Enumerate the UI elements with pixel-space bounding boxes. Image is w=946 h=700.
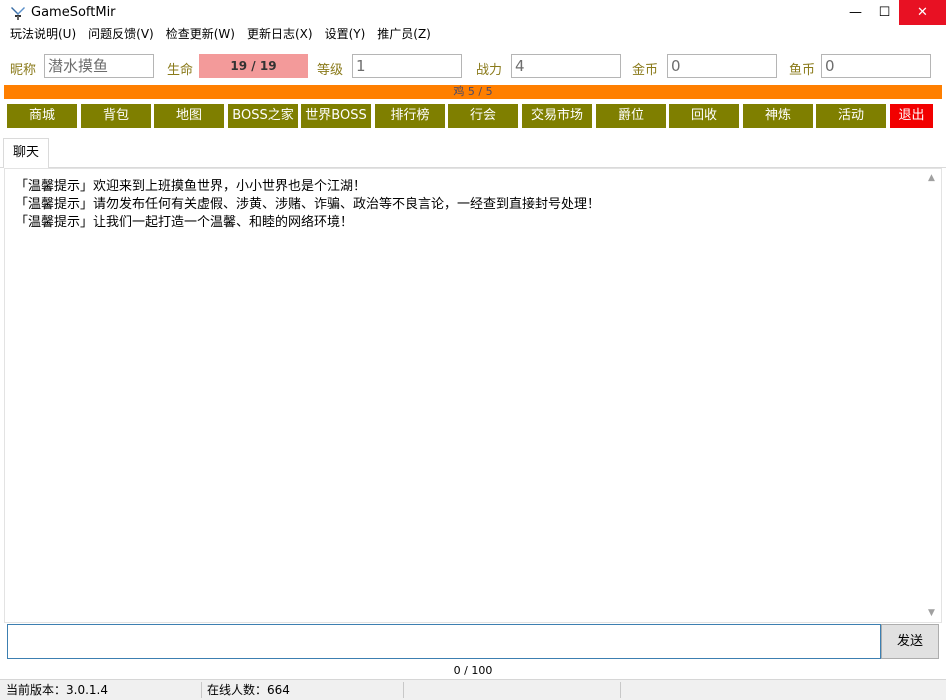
nickname-label: 昵称 xyxy=(10,63,37,78)
power-label: 战力 xyxy=(476,63,503,78)
menu-help[interactable]: 玩法说明(U) xyxy=(4,24,82,44)
status-bar: 当前版本：3.0.1.4 在线人数：664 xyxy=(0,679,946,700)
fishcoin-field[interactable]: 0 xyxy=(821,54,931,78)
status-divider xyxy=(201,682,202,698)
world-boss-button[interactable]: 世界BOSS xyxy=(301,104,371,128)
online-count-status: 在线人数：664 xyxy=(207,683,290,697)
shop-button[interactable]: 商城 xyxy=(7,104,77,128)
chat-log: 「温馨提示」欢迎来到上班摸鱼世界，小小世界也是个江湖！ 「温馨提示」请勿发布任何… xyxy=(4,168,942,623)
hp-value: 19 / 19 xyxy=(199,54,308,78)
stamina-progress-bar: 鸡 5 / 5 xyxy=(4,85,942,99)
chat-input[interactable] xyxy=(7,624,881,659)
close-button[interactable]: ✕ xyxy=(899,0,946,25)
stats-row: 昵称 潜水摸鱼 生命 19 / 19 等级 1 战力 4 金币 0 鱼币 0 xyxy=(0,52,946,82)
char-counter: 0 / 100 xyxy=(453,664,493,677)
power-field[interactable]: 4 xyxy=(511,54,621,78)
chat-message: 「温馨提示」让我们一起打造一个温馨、和睦的网络环境！ xyxy=(15,215,354,230)
action-button-row: 商城 背包 地图 BOSS之家 世界BOSS 排行榜 行会 交易市场 爵位 回收… xyxy=(0,104,946,128)
boss-home-button[interactable]: BOSS之家 xyxy=(228,104,298,128)
exit-button[interactable]: 退出 xyxy=(890,104,933,128)
send-button[interactable]: 发送 xyxy=(881,624,939,659)
chat-message: 「温馨提示」欢迎来到上班摸鱼世界，小小世界也是个江湖！ xyxy=(15,179,367,194)
recycle-button[interactable]: 回收 xyxy=(669,104,739,128)
menu-check-update[interactable]: 检查更新(W) xyxy=(160,24,241,44)
nickname-field[interactable]: 潜水摸鱼 xyxy=(44,54,154,78)
app-swords-icon xyxy=(10,5,26,21)
ranking-button[interactable]: 排行榜 xyxy=(375,104,445,128)
tab-chat[interactable]: 聊天 xyxy=(3,138,49,168)
menu-changelog[interactable]: 更新日志(X) xyxy=(241,24,319,44)
trade-market-button[interactable]: 交易市场 xyxy=(522,104,592,128)
map-button[interactable]: 地图 xyxy=(154,104,224,128)
menu-feedback[interactable]: 问题反馈(V) xyxy=(82,24,160,44)
menu-bar: 玩法说明(U) 问题反馈(V) 检查更新(W) 更新日志(X) 设置(Y) 推广… xyxy=(0,24,946,44)
status-divider xyxy=(620,682,621,698)
tab-strip: 聊天 xyxy=(0,138,946,168)
level-label: 等级 xyxy=(317,63,344,78)
minimize-button[interactable]: — xyxy=(841,0,870,25)
guild-button[interactable]: 行会 xyxy=(448,104,518,128)
backpack-button[interactable]: 背包 xyxy=(81,104,151,128)
chat-message: 「温馨提示」请勿发布任何有关虚假、涉黄、涉赌、诈骗、政治等不良言论，一经查到直接… xyxy=(15,197,601,212)
scroll-up-arrow-icon[interactable]: ▲ xyxy=(923,170,940,187)
fishcoin-label: 鱼币 xyxy=(789,63,816,78)
menu-promoter[interactable]: 推广员(Z) xyxy=(371,24,437,44)
version-status: 当前版本：3.0.1.4 xyxy=(6,683,108,697)
hp-label: 生命 xyxy=(167,63,194,78)
gold-field[interactable]: 0 xyxy=(667,54,777,78)
menu-settings[interactable]: 设置(Y) xyxy=(319,24,372,44)
scroll-down-arrow-icon[interactable]: ▼ xyxy=(923,605,940,622)
status-divider xyxy=(403,682,404,698)
rank-title-button[interactable]: 爵位 xyxy=(596,104,666,128)
activity-button[interactable]: 活动 xyxy=(816,104,886,128)
level-field[interactable]: 1 xyxy=(352,54,462,78)
chat-scrollbar[interactable]: ▲ ▼ xyxy=(923,170,940,622)
title-bar: GameSoftMir — ☐ ✕ xyxy=(0,0,946,25)
gold-label: 金币 xyxy=(632,63,659,78)
maximize-button[interactable]: ☐ xyxy=(870,0,899,25)
app-title: GameSoftMir xyxy=(31,5,116,20)
refine-button[interactable]: 神炼 xyxy=(743,104,813,128)
